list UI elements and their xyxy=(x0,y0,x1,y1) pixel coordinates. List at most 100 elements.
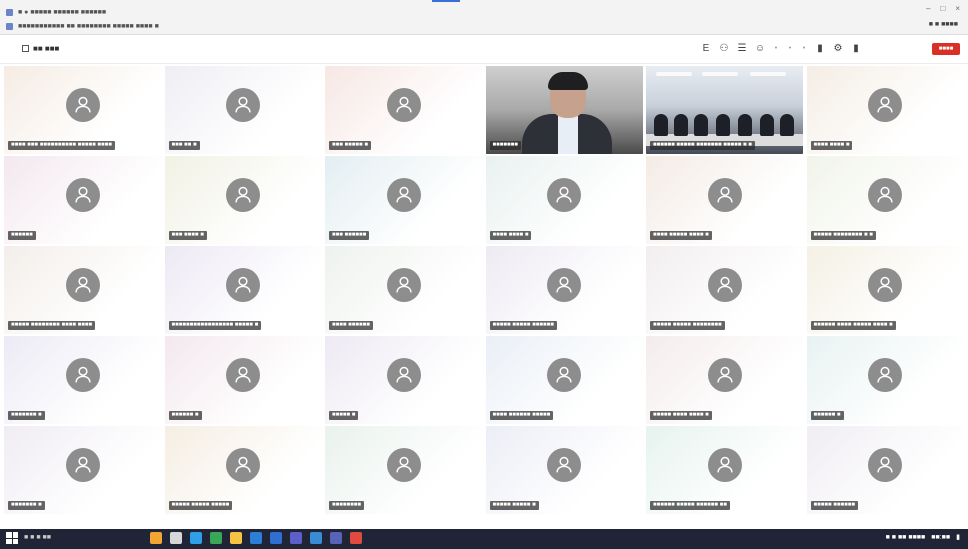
participant-tile[interactable]: ■■■■■ ■■■■■ ■■■■■ xyxy=(164,426,322,514)
avatar xyxy=(707,447,742,482)
settings-icon[interactable]: ⚙ xyxy=(832,41,844,55)
store-icon[interactable] xyxy=(250,532,262,544)
app-icon-3[interactable] xyxy=(350,532,362,544)
participant-tile[interactable]: ■■■■■■■ ■ xyxy=(4,426,161,514)
tab-strip[interactable]: ■ ● ■■■■■ ■■■■■■ ■■■■■■ xyxy=(6,6,106,18)
participant-tile[interactable]: ■■■■■ ■■■■■ ■■■■■■■■ xyxy=(646,246,803,334)
participant-tile[interactable]: ■■■■ ■■■■ ■ xyxy=(806,66,964,154)
avatar xyxy=(65,87,100,122)
avatar xyxy=(547,177,581,212)
account-label[interactable]: ■ ■ ■■■■ xyxy=(929,21,958,28)
maximize-button[interactable]: □ xyxy=(940,4,945,13)
tab-title[interactable]: ■ ● ■■■■■ ■■■■■■ ■■■■■■ xyxy=(18,9,106,16)
weather-icon[interactable] xyxy=(150,532,162,544)
participant-tile[interactable]: ■■■■■ ■■■■■ ■ xyxy=(485,426,643,514)
participant-tile[interactable]: ■■■■■■■ ■ xyxy=(4,336,161,424)
tray-status[interactable]: ■ ■ ■■ ■■■■ xyxy=(886,534,926,541)
participant-tile[interactable]: ■■■■■■ ■■■■■ ■■■■■■■ ■■■■■ ■ ■ xyxy=(646,66,803,154)
person-icon xyxy=(235,96,251,113)
participant-tile[interactable]: ■■■ ■■■■ ■ xyxy=(164,156,322,244)
video-person xyxy=(716,114,730,136)
participant-name: ■■■ ■■■■■ ■ xyxy=(329,141,371,150)
person-icon xyxy=(395,186,412,203)
avatar xyxy=(868,447,902,482)
taskbar-apps xyxy=(150,532,362,544)
participant-tile[interactable]: ■■■■■ ■■■■■■■■ ■ ■ xyxy=(806,156,964,244)
participant-tile[interactable]: ■■■■ ■■■ ■■■■■■■■■■ ■■■■■ ■■■■ xyxy=(4,66,161,154)
e-icon[interactable]: E xyxy=(700,41,712,55)
taskbar-search[interactable]: ■ ■ ■ ■■ xyxy=(24,532,112,544)
start-icon[interactable] xyxy=(6,532,18,544)
camera-icon[interactable]: • xyxy=(786,41,794,55)
url-text[interactable]: ■■■■■■■■■■■ ■■ ■■■■■■■■ ■■■■■ ■■■■ ■ xyxy=(18,23,159,30)
participant-tile[interactable]: ■■■ ■■■■■■ xyxy=(325,156,482,244)
participant-tile[interactable]: ■■■■■ ■■■■■■ xyxy=(806,426,964,514)
participant-tile[interactable]: ■■■■■■ ■ xyxy=(164,336,322,424)
participant-tile[interactable]: ■■■■ ■■■■ ■ xyxy=(485,156,643,244)
participant-name: ■■■■■ ■■■■■■■■ ■■■■ ■■■■ xyxy=(8,321,96,330)
leave-button[interactable]: ■■■■ xyxy=(932,43,960,55)
participant-name: ■■■■■ ■■■■■ ■■■■■ xyxy=(168,501,233,510)
participant-tile[interactable]: ■■■■■ ■■■■■■■■ ■■■■ ■■■■ xyxy=(4,246,161,334)
participant-name: ■■■■■■■ ■ xyxy=(8,411,45,420)
participant-tile[interactable]: ■■■■■■ xyxy=(4,156,161,244)
site-info-icon[interactable] xyxy=(6,22,13,30)
explorer-icon[interactable] xyxy=(230,532,242,544)
participant-name: ■■■■■ ■■■■■■■■ ■ ■ xyxy=(810,231,876,240)
hand-icon[interactable]: ▮ xyxy=(850,41,862,55)
participant-tile[interactable]: ■■■■■■■ xyxy=(485,66,643,154)
task-view-icon[interactable] xyxy=(170,532,182,544)
person-icon xyxy=(74,186,91,203)
app-icon-1[interactable] xyxy=(310,532,322,544)
participant-tile[interactable]: ■■■■■■ ■ xyxy=(806,336,964,424)
notification-icon[interactable]: ▮ xyxy=(956,533,960,541)
avatar xyxy=(868,177,902,212)
participant-tile[interactable]: ■■■■■■ ■■■■■ ■■■■■■ ■■ xyxy=(646,426,803,514)
participant-tile[interactable]: ■■■■■■■■ xyxy=(325,426,482,514)
participant-tile[interactable]: ■■■■■ ■ xyxy=(325,336,482,424)
person-icon xyxy=(395,456,412,473)
participant-name: ■■■■ ■■■■■■ ■■■■■ xyxy=(489,411,554,420)
participant-tile[interactable]: ■■■■ ■■■■■■ xyxy=(325,246,482,334)
chrome-icon[interactable] xyxy=(210,532,222,544)
mail-icon[interactable] xyxy=(270,532,282,544)
participant-tile[interactable]: ■■■ ■■■■■ ■ xyxy=(325,66,482,154)
page-load-indicator xyxy=(432,0,460,2)
minimize-button[interactable]: – xyxy=(926,4,930,13)
close-button[interactable]: × xyxy=(955,4,960,13)
participant-tile[interactable]: ■■■■■ ■■■■ ■■■■ ■ xyxy=(646,336,803,424)
participant-tile[interactable]: ■■■■■■ ■■■■ ■■■■■ ■■■■ ■ xyxy=(806,246,964,334)
person-icon xyxy=(556,276,572,293)
avatar xyxy=(65,177,100,212)
layout-icon xyxy=(22,45,29,52)
person-icon xyxy=(74,366,91,383)
app-icon-2[interactable] xyxy=(330,532,342,544)
avatar xyxy=(547,357,581,392)
more-icon[interactable]: • xyxy=(772,41,780,55)
meeting-info[interactable]: ■■ ■■■ xyxy=(22,44,59,53)
person-icon xyxy=(395,276,412,293)
avatar xyxy=(65,357,100,392)
video-person xyxy=(557,116,578,154)
participant-tile[interactable]: ■■■■ ■■■■■■ ■■■■■ xyxy=(485,336,643,424)
address-bar[interactable]: ■■■■■■■■■■■ ■■ ■■■■■■■■ ■■■■■ ■■■■ ■ xyxy=(6,20,159,32)
meeting-toolbar: E ⚇ ☰ ☺ • • • ▮ ⚙ ▮ xyxy=(700,41,862,55)
participants-icon[interactable]: ⚇ xyxy=(718,41,730,55)
clock[interactable]: ■■:■■ xyxy=(931,534,950,541)
chat-icon[interactable]: ☰ xyxy=(736,41,748,55)
person-icon xyxy=(556,186,572,203)
avatar xyxy=(226,447,260,482)
share-icon[interactable]: ▮ xyxy=(814,41,826,55)
reactions-icon[interactable]: ☺ xyxy=(754,41,766,55)
person-icon xyxy=(716,366,733,383)
mic-icon[interactable]: • xyxy=(800,41,808,55)
teams-icon[interactable] xyxy=(290,532,302,544)
participant-name: ■■■■ ■■■■■ ■■■■ ■ xyxy=(650,231,712,240)
participant-tile[interactable]: ■■■■■ ■■■■■ ■■■■■■ xyxy=(485,246,643,334)
participant-tile[interactable]: ■■■■ ■■■■■ ■■■■ ■ xyxy=(646,156,803,244)
participant-tile[interactable]: ■■■■■■■■■■■■■■■■■ ■■■■■ ■ xyxy=(164,246,322,334)
person-icon xyxy=(716,186,733,203)
edge-icon[interactable] xyxy=(190,532,202,544)
participant-tile[interactable]: ■■■ ■■ ■ xyxy=(164,66,322,154)
participant-name: ■■■■■ ■■■■ ■■■■ ■ xyxy=(650,411,712,420)
